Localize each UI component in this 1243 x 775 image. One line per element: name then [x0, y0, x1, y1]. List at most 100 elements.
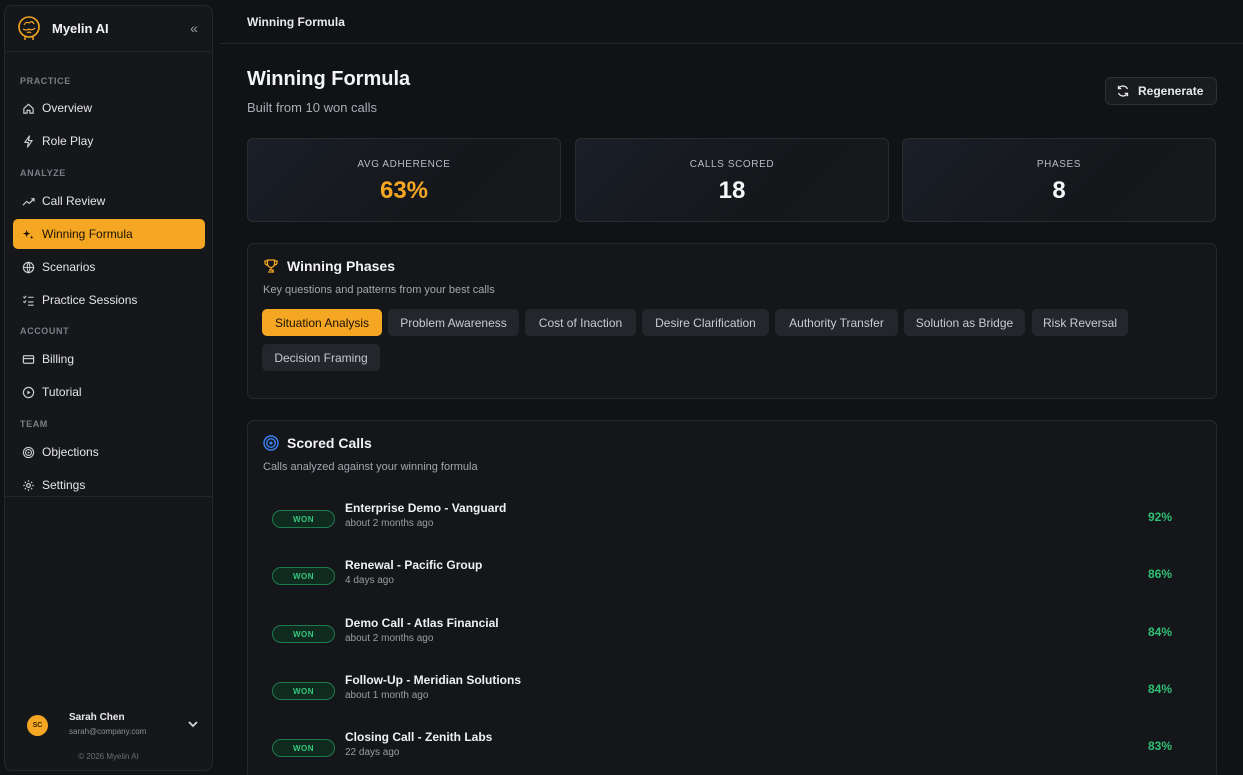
panel-subtitle: Calls analyzed against your winning form…: [263, 461, 478, 473]
brain-logo-icon: [18, 16, 40, 40]
call-timestamp: 22 days ago: [345, 747, 400, 758]
stat-label: PHASES: [1036, 159, 1082, 170]
page-subtitle: Built from 10 won calls: [247, 100, 378, 115]
call-title: Enterprise Demo - Vanguard: [345, 501, 507, 515]
panel-subtitle: Key questions and patterns from your bes…: [263, 284, 495, 296]
call-title: Closing Call - Zenith Labs: [345, 730, 493, 744]
status-badge: WON: [272, 739, 335, 757]
user-menu[interactable]: SC Sarah Chen sarah@company.com: [5, 706, 212, 746]
sidebar-item-label: Scenarios: [42, 260, 96, 274]
sidebar-item-label: Settings: [42, 478, 86, 492]
call-score: 92%: [1147, 510, 1172, 524]
stat-card-avg-adherence: AVG ADHERENCE 63%: [247, 138, 561, 222]
call-row[interactable]: WON Follow-Up - Meridian Solutions about…: [272, 672, 1192, 712]
call-row[interactable]: WON Renewal - Pacific Group 4 days ago 8…: [272, 557, 1192, 597]
call-score: 84%: [1147, 625, 1172, 639]
sidebar-item-overview[interactable]: Overview: [13, 93, 205, 123]
panel-heading: Scored Calls: [263, 435, 372, 451]
stat-card-calls-scored: CALLS SCORED 18: [575, 138, 889, 222]
sidebar-item-role-play[interactable]: Role Play: [13, 126, 205, 156]
topbar: Winning Formula: [220, 0, 1243, 44]
status-badge: WON: [272, 567, 335, 585]
sidebar-divider: [5, 496, 212, 497]
phase-chip-risk-reversal[interactable]: Risk Reversal: [1032, 309, 1128, 336]
brand-header: Myelin AI «: [5, 6, 212, 52]
checklist-icon: [21, 293, 35, 307]
user-name: Sarah Chen: [69, 712, 125, 723]
call-timestamp: about 2 months ago: [345, 633, 434, 644]
target-icon: [263, 435, 279, 451]
stat-label: CALLS SCORED: [689, 159, 775, 170]
sidebar-item-label: Billing: [42, 352, 75, 366]
call-score: 83%: [1147, 739, 1172, 753]
winning-phases-panel: Winning Phases Key questions and pattern…: [247, 243, 1217, 399]
avatar: SC: [27, 715, 48, 736]
status-badge: WON: [272, 625, 335, 643]
gear-icon: [21, 478, 35, 492]
sidebar-item-label: Objections: [42, 445, 99, 459]
app-root: Myelin AI « PRACTICE Overview Role Play …: [0, 0, 1243, 775]
sidebar-item-winning-formula[interactable]: Winning Formula: [13, 219, 205, 249]
globe-icon: [21, 260, 35, 274]
lightning-icon: [21, 134, 35, 148]
sidebar-item-tutorial[interactable]: Tutorial: [13, 377, 205, 407]
regenerate-button[interactable]: Regenerate: [1105, 77, 1217, 105]
panel-title: Scored Calls: [287, 435, 372, 451]
sidebar-item-label: Practice Sessions: [42, 293, 138, 307]
sidebar-item-call-review[interactable]: Call Review: [13, 186, 205, 216]
call-title: Demo Call - Atlas Financial: [345, 616, 499, 630]
sparkles-icon: [21, 227, 35, 241]
collapse-sidebar-button[interactable]: «: [185, 19, 203, 37]
call-row[interactable]: WON Demo Call - Atlas Financial about 2 …: [272, 615, 1192, 655]
phase-chip-solution-as-bridge[interactable]: Solution as Bridge: [904, 309, 1025, 336]
section-label-practice: PRACTICE: [20, 76, 71, 86]
refresh-icon: [1117, 85, 1129, 97]
call-score: 84%: [1147, 682, 1172, 696]
target-icon: [21, 445, 35, 459]
sidebar-item-label: Role Play: [42, 134, 94, 148]
call-row[interactable]: WON Enterprise Demo - Vanguard about 2 m…: [272, 500, 1192, 540]
call-row[interactable]: WON Closing Call - Zenith Labs 22 days a…: [272, 729, 1192, 769]
call-score: 86%: [1147, 567, 1172, 581]
sidebar-item-objections[interactable]: Objections: [13, 437, 205, 467]
panel-heading: Winning Phases: [263, 258, 395, 274]
stat-label: AVG ADHERENCE: [357, 159, 451, 170]
sidebar-item-label: Call Review: [42, 194, 106, 208]
sidebar-item-billing[interactable]: Billing: [13, 344, 205, 374]
play-circle-icon: [21, 385, 35, 399]
stat-value: 63%: [379, 177, 429, 204]
brand-name: Myelin AI: [52, 21, 109, 36]
section-label-account: ACCOUNT: [20, 326, 70, 336]
card-icon: [21, 352, 35, 366]
phase-chip-cost-of-inaction[interactable]: Cost of Inaction: [525, 309, 636, 336]
phase-chip-decision-framing[interactable]: Decision Framing: [262, 344, 380, 371]
copyright: © 2026 Myelin AI: [78, 752, 139, 761]
phase-chip-problem-awareness[interactable]: Problem Awareness: [388, 309, 519, 336]
call-timestamp: about 1 month ago: [345, 690, 429, 701]
sidebar: Myelin AI « PRACTICE Overview Role Play …: [4, 5, 213, 771]
section-label-analyze: ANALYZE: [20, 168, 66, 178]
user-email: sarah@company.com: [69, 727, 147, 736]
scored-calls-panel: Scored Calls Calls analyzed against your…: [247, 420, 1217, 775]
status-badge: WON: [272, 510, 335, 528]
trend-icon: [21, 194, 35, 208]
chevron-down-icon[interactable]: [185, 716, 201, 732]
call-timestamp: about 2 months ago: [345, 518, 434, 529]
stat-value: 8: [1052, 177, 1066, 204]
call-title: Renewal - Pacific Group: [345, 558, 483, 572]
status-badge: WON: [272, 682, 335, 700]
sidebar-item-label: Overview: [42, 101, 93, 115]
page-title: Winning Formula: [247, 68, 411, 90]
sidebar-item-label: Winning Formula: [42, 227, 133, 241]
sidebar-item-practice-sessions[interactable]: Practice Sessions: [13, 285, 205, 315]
stat-value: 18: [718, 177, 746, 204]
panel-title: Winning Phases: [287, 258, 396, 274]
call-title: Follow-Up - Meridian Solutions: [345, 673, 521, 687]
sidebar-item-scenarios[interactable]: Scenarios: [13, 252, 205, 282]
trophy-icon: [264, 259, 278, 273]
phase-chip-authority-transfer[interactable]: Authority Transfer: [775, 309, 898, 336]
breadcrumb: Winning Formula: [247, 15, 345, 29]
stat-card-phases: PHASES 8: [902, 138, 1216, 222]
phase-chip-situation-analysis[interactable]: Situation Analysis: [262, 309, 382, 336]
phase-chip-desire-clarification[interactable]: Desire Clarification: [642, 309, 769, 336]
